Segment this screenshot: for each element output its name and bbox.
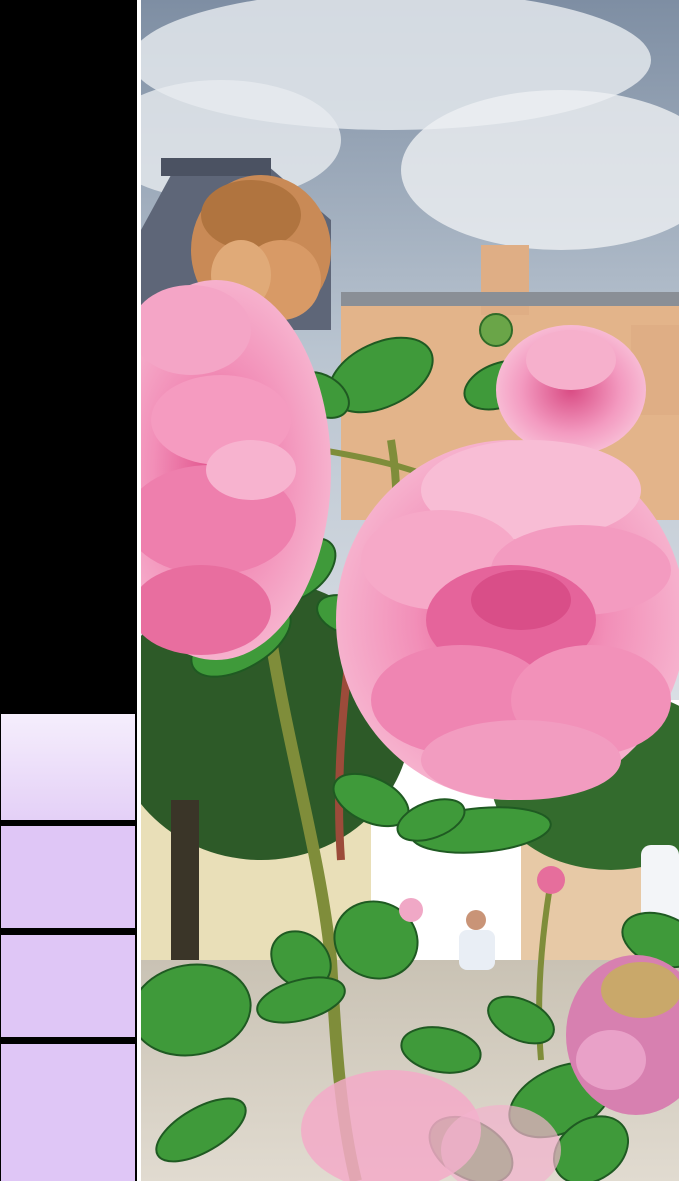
color-swatch-light[interactable] [1,714,135,820]
page [0,0,679,1181]
person-head [466,910,486,930]
rose-bud [537,866,565,894]
rose-photo [141,0,679,1181]
person-body [459,930,495,970]
sidebar-black-panel [0,0,137,712]
color-swatch-lavender-2[interactable] [1,935,135,1037]
building-roof-cap [161,158,271,176]
rose-main [336,440,679,800]
sidebar [0,0,137,1181]
rose-bud [399,898,423,922]
tree-trunk [171,800,199,970]
color-swatch-lavender-3[interactable] [1,1044,135,1181]
building-cornice [341,292,679,306]
color-swatch-lavender-1[interactable] [1,826,135,928]
